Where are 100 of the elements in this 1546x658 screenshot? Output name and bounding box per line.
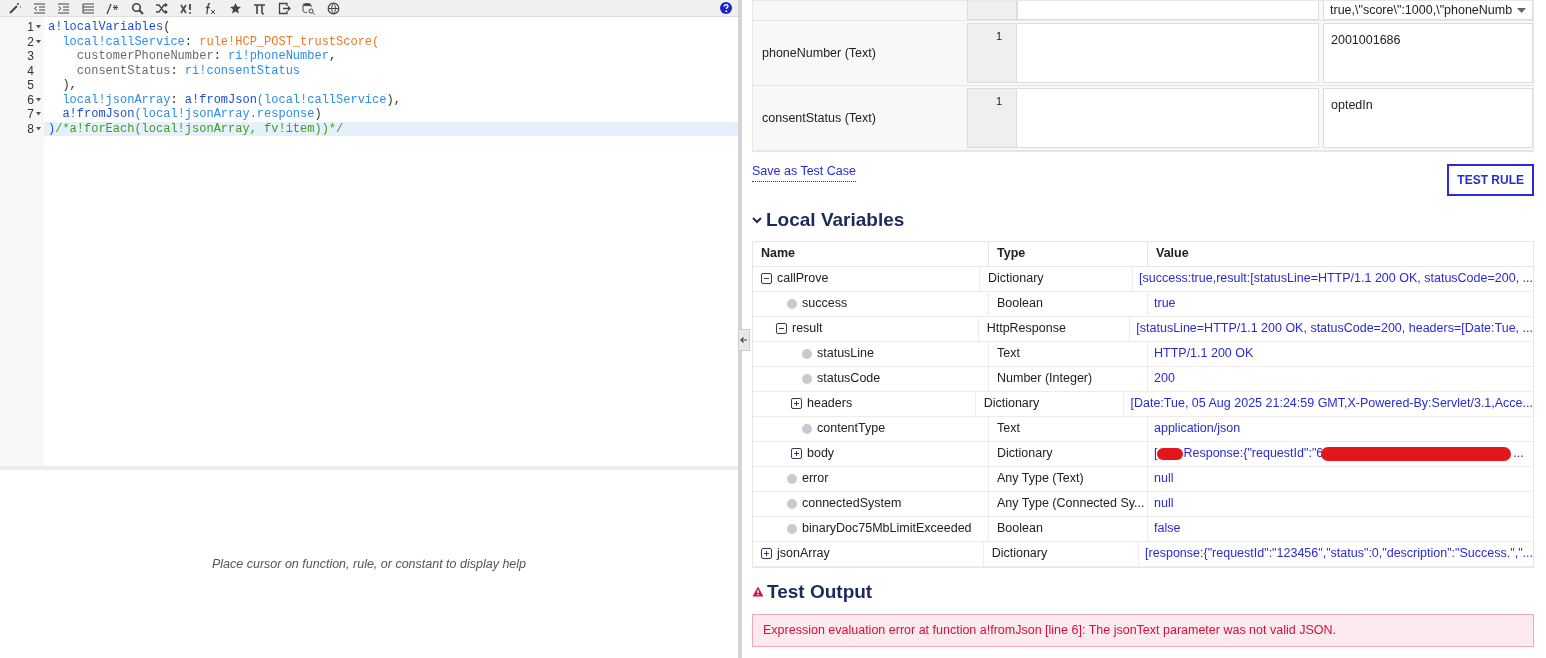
database-search-icon [302,1,315,15]
variable-value: [statusLine=HTTP/1.1 200 OK, statusCode=200, headers=[Date:Tue, ... [1136,320,1533,338]
globe-icon [326,1,340,15]
pi-icon [253,1,266,15]
code-line: local!jsonArray: a!fromJson(local!callService), [61,92,402,107]
variable-type: Dictionary [991,545,1048,563]
variable-type: Dictionary [997,445,1053,463]
variable-value: 200 [1154,370,1175,388]
variable-type: Any Type (Connected Sy... [997,495,1145,513]
value-field[interactable]: optedIn [1323,88,1533,148]
comment-icon [106,1,119,15]
fold-caret-icon[interactable] [35,97,41,102]
magic-wand-icon [8,1,21,15]
variable-name: success [802,295,848,313]
fold-caret-icon[interactable] [35,25,41,30]
variable-type: Dictionary [983,395,1040,413]
variable-name: contentType [817,420,886,438]
bullet-icon [787,473,797,484]
collapse-arrow-button[interactable] [738,329,750,351]
chevron-down-icon[interactable] [752,216,762,225]
variable-value: [success:true,result:[statusLine=HTTP/1.1 200 OK, statusCode=200, ... [1139,270,1533,288]
toolbar-button[interactable] [81,1,95,15]
variable-value: true [1154,295,1176,313]
variable-value: Response:{"requestId":"6 [1183,445,1324,463]
redaction-mark [1157,447,1184,460]
value-field[interactable]: true,\"score\":1000,\"phoneNumb [1323,1,1533,20]
code-line: a!localVariables( [47,20,172,35]
value-field[interactable]: 2001001686 [1323,23,1533,83]
toolbar-button[interactable] [253,1,266,15]
toolbar-button[interactable] [228,1,242,15]
variable-icon [179,1,193,15]
expression-field[interactable] [1017,88,1319,148]
test-rule-button[interactable]: TEST RULE [1447,164,1534,196]
variable-name: binaryDoc75MbLimitExceeded [802,520,972,538]
variable-name: callProve [777,270,829,288]
dropdown-caret-icon [1517,7,1526,13]
value-text: 2001001686 [1331,33,1401,47]
help-icon [720,2,732,14]
expression-field[interactable] [1017,1,1319,20]
bullet-icon [787,298,797,309]
expand-icon[interactable] [761,548,772,559]
help-text: Place cursor on function, rule, or constant to display help [211,555,527,573]
variable-type: HttpResponse [986,320,1066,338]
fold-caret-icon[interactable] [35,126,41,131]
code-line: consentStatus: ri!consentStatus [75,63,302,78]
variable-value: null [1154,470,1174,488]
variable-name: jsonArray [777,545,830,563]
variable-value: [response:{"requestId":"123456","status":0,"description":"Success.","... [1145,545,1533,563]
variable-name: body [807,445,835,463]
expression-field[interactable] [1017,23,1319,83]
search-icon [130,1,144,15]
expand-icon[interactable] [791,448,802,459]
star-icon [228,1,242,15]
expand-icon[interactable] [791,398,802,409]
line-number: 1 [995,94,1002,106]
column-header: Value [1156,245,1189,263]
variable-type: Text [997,420,1020,438]
toolbar-button[interactable] [155,1,168,15]
toolbar-button[interactable] [8,1,21,15]
toolbar-button[interactable] [130,1,144,15]
warning-icon [752,586,764,598]
column-header: Type [997,245,1026,263]
bullet-icon [802,373,812,384]
variable-type: Boolean [997,295,1043,313]
variable-value: false [1154,520,1181,538]
fold-caret-icon[interactable] [35,112,41,117]
collapse-icon[interactable] [776,323,787,334]
code-line: customerPhoneNumber: ri!phoneNumber, [75,49,338,64]
toolbar-button[interactable] [326,1,340,15]
toolbar-button[interactable] [302,1,315,15]
variable-name: statusCode [817,370,881,388]
toolbar-button[interactable] [204,1,217,15]
variable-value: HTTP/1.1 200 OK [1154,345,1254,363]
variable-name: result [792,320,823,338]
export-icon [277,1,291,15]
collapse-icon[interactable] [761,273,772,284]
bullet-icon [787,523,797,534]
section-title: Local Variables [766,208,905,232]
toolbar-button[interactable] [277,1,291,15]
variable-type: Text [997,345,1020,363]
toolbar-button[interactable] [106,1,119,15]
help-button[interactable] [720,2,732,14]
save-test-case-link[interactable]: Save as Test Case [752,162,856,182]
line-number: 1 [995,29,1002,41]
error-message: Expression evaluation error at function a!fromJson [line 6]: The jsonText parameter was not valid JSON. [763,622,1336,640]
variable-type: Boolean [997,520,1043,538]
bullet-icon [802,348,812,359]
shuffle-icon [155,1,168,15]
variable-value: [ [1154,445,1158,463]
code-line: a!fromJson(local!jsonArray.response) [61,107,323,122]
variable-type: Any Type (Text) [997,470,1084,488]
variable-name: error [802,470,829,488]
column-header: Name [761,245,796,263]
list-icon [81,1,95,15]
section-title: Test Output [767,579,873,604]
fold-caret-icon[interactable] [35,39,41,44]
value-text: true,\"score\":1000,\"phoneNumb [1330,1,1513,19]
toolbar-button[interactable] [179,1,193,15]
variable-value: application/json [1154,420,1241,438]
input-label: consentStatus (Text) [762,109,876,127]
